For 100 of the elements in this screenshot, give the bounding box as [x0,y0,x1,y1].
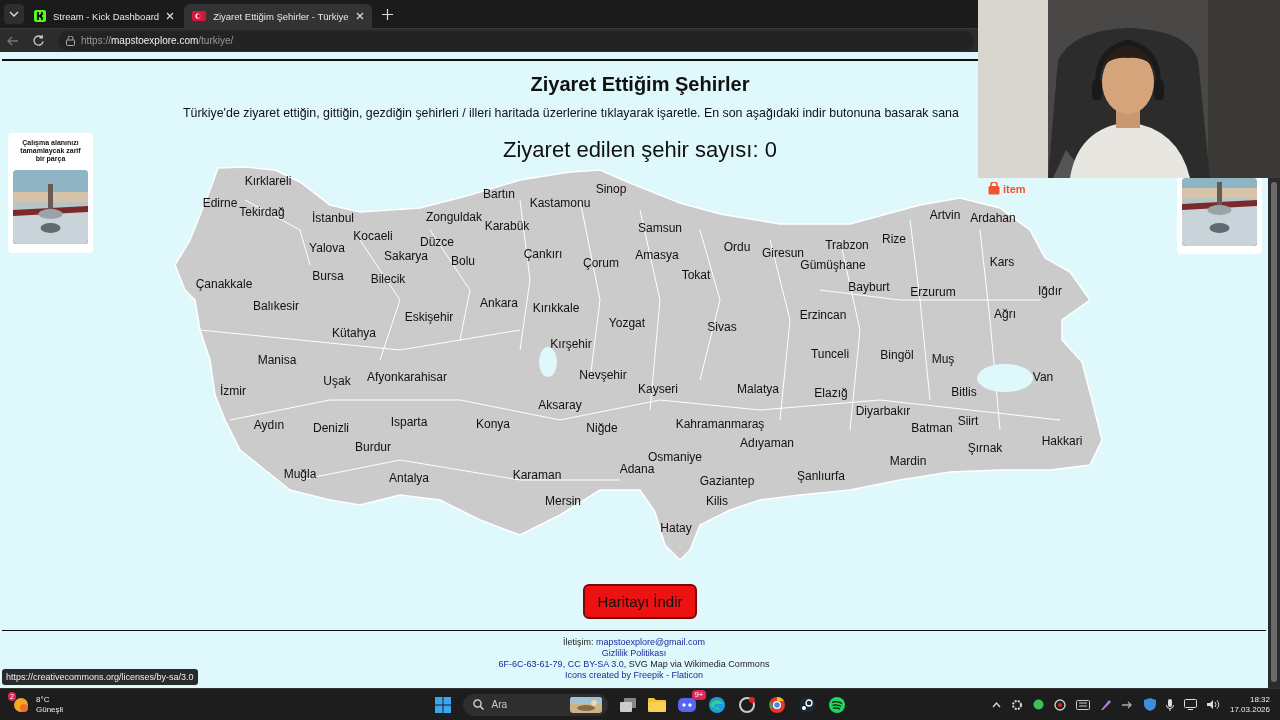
address-field[interactable]: https://mapstoexplore.com/turkiye/ [58,30,974,51]
province-label[interactable]: Karaman [512,468,562,482]
province-label[interactable]: Çorum [583,256,619,270]
province-label[interactable]: Ankara [480,296,518,310]
province-label[interactable]: Mardin [889,454,927,468]
province-label[interactable]: Gaziantep [699,474,755,488]
province-label[interactable]: Erzincan [799,308,847,322]
volume-icon[interactable] [1206,699,1220,710]
province-label[interactable]: Kırşehir [550,337,592,351]
province-label[interactable]: Ağrı [994,307,1016,321]
browser-icon[interactable] [767,695,786,714]
province-label[interactable]: Konya [476,417,510,431]
province-label[interactable]: Manisa [257,353,297,367]
province-label[interactable]: Şanlıurfa [797,469,845,483]
province-label[interactable]: Burdur [355,440,391,454]
taskbar-search-field[interactable]: Ara [462,693,608,716]
province-label[interactable]: Şırnak [967,441,1003,455]
privacy-link[interactable]: Gizlilik Politikası [601,648,667,658]
new-tab-icon[interactable] [381,8,393,20]
province-label[interactable]: Aksaray [538,398,582,412]
keyboard-icon[interactable] [1075,699,1090,710]
status-dot-icon[interactable] [1032,699,1044,710]
email-link[interactable]: mapstoexplore@gmail.com [595,637,706,647]
download-map-button[interactable]: Haritayı İndir [583,584,697,619]
clock-date[interactable]: 17.03.2026 [1229,704,1270,715]
province-label[interactable]: Giresun [762,246,804,260]
province-label[interactable]: Yozgat [608,316,646,330]
province-label[interactable]: Batman [911,421,953,435]
province-label[interactable]: Bursa [312,269,344,283]
province-label[interactable]: Eskişehir [404,310,454,324]
province-label[interactable]: Mersin [545,494,581,508]
province-label[interactable]: Osmaniye [648,450,702,464]
shield-icon[interactable] [1143,698,1156,711]
province-label[interactable]: Bayburt [848,280,890,294]
province-label[interactable]: Adana [619,462,655,476]
game-launcher-icon[interactable] [797,695,816,714]
folder-icon[interactable] [647,697,666,712]
province-label[interactable]: Çanakkale [195,277,253,291]
province-label[interactable]: Rize [882,232,906,246]
province-label[interactable]: Denizli [313,421,349,435]
close-icon[interactable] [166,12,175,20]
province-label[interactable]: Tokat [681,268,711,282]
browser-icon[interactable] [707,695,726,714]
province-label[interactable]: Nevşehir [579,368,627,382]
scrollbar-thumb[interactable] [1271,182,1277,682]
province-label[interactable]: Düzce [420,235,454,249]
music-app-icon[interactable] [827,695,846,714]
province-label[interactable]: Kırklareli [244,174,292,188]
province-label[interactable]: Afyonkarahisar [367,370,447,384]
weather-icon[interactable] [12,695,30,714]
clock-time[interactable]: 18:32 [1249,694,1270,705]
province-label[interactable]: Diyarbakır [855,404,911,418]
browser-tab[interactable]: Stream - Kick Dashboard [26,4,183,28]
province-label[interactable]: Ardahan [970,211,1016,225]
province-label[interactable]: Isparta [390,415,428,429]
province-label[interactable]: Ordu [723,240,751,254]
credit-link[interactable]: 6F-6C-63-61-79 [498,659,563,669]
province-label[interactable]: İstanbul [312,211,354,225]
province-label[interactable]: Artvin [929,208,961,222]
chevron-up-icon[interactable] [991,701,1001,708]
province-label[interactable]: Kayseri [638,382,678,396]
province-label[interactable]: Zonguldak [426,210,482,224]
tab-list-button[interactable] [4,4,24,24]
ad-card[interactable] [1177,176,1262,254]
province-label[interactable]: Hakkari [1041,434,1083,448]
circle-app-icon[interactable] [737,695,756,714]
province-label[interactable]: Bingöl [880,348,914,362]
province-label[interactable]: Kastamonu [529,196,591,210]
province-label[interactable]: Iğdır [1038,284,1062,298]
province-label[interactable]: Bilecik [370,272,406,286]
chat-app-icon[interactable] [677,697,696,712]
province-label[interactable]: Karabük [484,219,530,233]
province-label[interactable]: Erzurum [910,285,956,299]
icons-credit-link[interactable]: Icons created by Freepik - Flaticon [564,670,704,680]
browser-tab[interactable]: Ziyaret Ettiğim Şehirler - Türkiye [184,4,372,28]
province-label[interactable]: Kars [989,255,1015,269]
province-label[interactable]: Sakarya [384,249,428,263]
province-label[interactable]: Gümüşhane [800,258,866,272]
pen-icon[interactable] [1099,698,1112,711]
task-view-icon[interactable] [619,697,636,712]
back-icon[interactable] [7,35,19,46]
province-label[interactable]: Trabzon [825,238,869,252]
province-label[interactable]: Yalova [309,241,345,255]
province-label[interactable]: Hatay [660,521,692,535]
province-label[interactable]: Tunceli [810,347,850,361]
province-label[interactable]: Edirne [202,196,238,210]
province-label[interactable]: Antalya [389,471,429,485]
province-label[interactable]: Muğla [283,467,317,481]
province-label[interactable]: Bolu [451,254,475,268]
close-icon[interactable] [355,12,364,20]
province-label[interactable]: Kilis [706,494,728,508]
province-label[interactable]: Adıyaman [740,436,794,450]
province-label[interactable]: Kırıkkale [532,301,580,315]
province-label[interactable]: Samsun [638,221,682,235]
province-label[interactable]: Çankırı [523,247,563,261]
province-label[interactable]: Kocaeli [353,229,393,243]
province-label[interactable]: İzmir [220,384,246,398]
province-label[interactable]: Muş [931,352,955,366]
province-label[interactable]: Aydın [253,418,285,432]
province-label[interactable]: Kahramanmaraş [675,417,765,431]
